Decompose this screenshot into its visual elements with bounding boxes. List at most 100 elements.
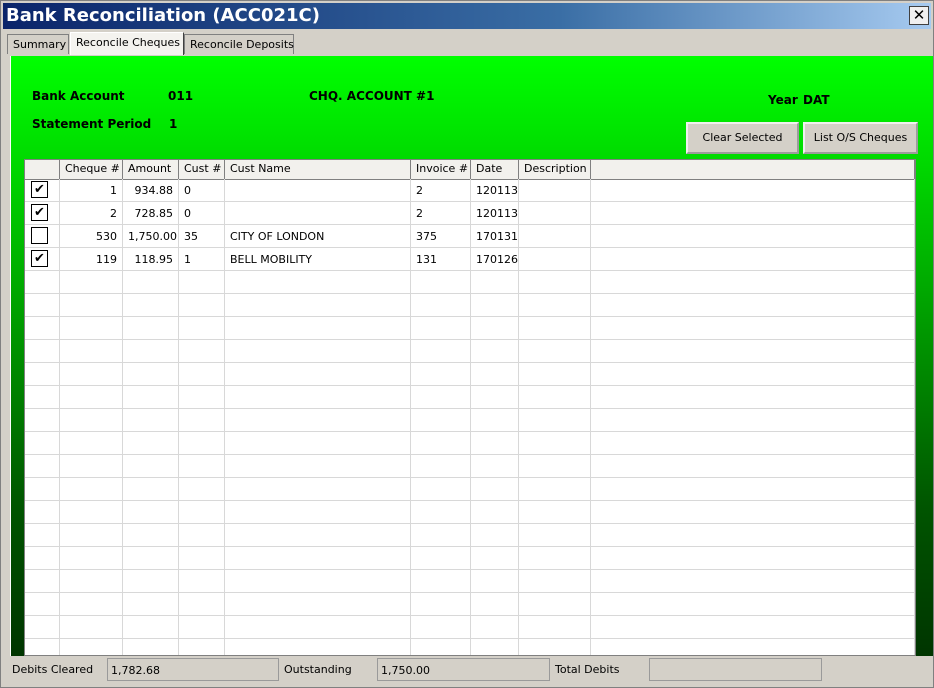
invoice-cell[interactable]: 2 (411, 202, 471, 224)
cust-number-cell (179, 478, 225, 500)
cheque-cell (60, 432, 123, 454)
year-value: DAT (803, 93, 830, 107)
title-bar: Bank Reconciliation (ACC021C) ✕ (3, 3, 931, 29)
cheque-cell[interactable]: 2 (60, 202, 123, 224)
empty-table-row (25, 616, 915, 639)
cust-name-cell[interactable]: BELL MOBILITY (225, 248, 411, 270)
amount-cell (123, 501, 179, 523)
invoice-cell[interactable]: 375 (411, 225, 471, 247)
empty-table-row (25, 432, 915, 455)
cust-number-cell (179, 455, 225, 477)
table-row[interactable]: 530 1,750.00 35 CITY OF LONDON 375 170131 (25, 225, 915, 248)
table-row[interactable]: ✔ 1 934.88 0 2 120113 (25, 179, 915, 202)
cust-name-cell (225, 317, 411, 339)
cust-number-cell[interactable]: 0 (179, 202, 225, 224)
select-cell (25, 593, 60, 615)
column-header-select[interactable] (25, 160, 60, 179)
tab-summary[interactable]: Summary (7, 34, 69, 54)
date-cell[interactable]: 120113 (471, 179, 519, 201)
clear-selected-button[interactable]: Clear Selected (686, 122, 799, 154)
invoice-cell (411, 409, 471, 431)
description-cell (519, 478, 591, 500)
filler-cell (591, 639, 915, 655)
list-os-cheques-button[interactable]: List O/S Cheques (803, 122, 918, 154)
date-cell (471, 363, 519, 385)
column-header-cheque[interactable]: Cheque # (60, 160, 123, 179)
amount-cell (123, 455, 179, 477)
description-cell[interactable] (519, 202, 591, 224)
invoice-cell (411, 639, 471, 655)
description-cell[interactable] (519, 179, 591, 201)
grid-header: Cheque # Amount Cust # Cust Name Invoice… (25, 160, 915, 180)
filler-cell (591, 501, 915, 523)
filler-cell (591, 455, 915, 477)
empty-table-row (25, 547, 915, 570)
cheque-cell[interactable]: 530 (60, 225, 123, 247)
total-debits-field (649, 658, 822, 681)
date-cell[interactable]: 170131 (471, 225, 519, 247)
cheque-cell[interactable]: 119 (60, 248, 123, 270)
cust-number-cell[interactable]: 1 (179, 248, 225, 270)
amount-cell (123, 478, 179, 500)
window-title: Bank Reconciliation (ACC021C) (6, 5, 320, 26)
amount-cell (123, 547, 179, 569)
cust-number-cell[interactable]: 35 (179, 225, 225, 247)
filler-cell (591, 248, 915, 270)
tab-reconcile-cheques[interactable]: Reconcile Cheques (70, 32, 184, 55)
select-cell (25, 639, 60, 655)
invoice-cell[interactable]: 131 (411, 248, 471, 270)
outstanding-label: Outstanding (284, 663, 352, 676)
description-cell[interactable] (519, 248, 591, 270)
cheques-grid: Cheque # Amount Cust # Cust Name Invoice… (24, 159, 916, 656)
column-header-amount[interactable]: Amount (123, 160, 179, 179)
cust-name-cell[interactable] (225, 179, 411, 201)
cust-number-cell (179, 547, 225, 569)
cust-name-cell[interactable]: CITY OF LONDON (225, 225, 411, 247)
date-cell[interactable]: 170126 (471, 248, 519, 270)
invoice-cell[interactable]: 2 (411, 179, 471, 201)
filler-cell (591, 409, 915, 431)
cust-number-cell (179, 570, 225, 592)
amount-cell[interactable]: 1,750.00 (123, 225, 179, 247)
row-checkbox[interactable]: ✔ (31, 204, 48, 221)
total-debits-label: Total Debits (555, 663, 620, 676)
cust-name-cell (225, 547, 411, 569)
close-button[interactable]: ✕ (909, 6, 929, 25)
cust-name-cell (225, 271, 411, 293)
filler-cell (591, 547, 915, 569)
amount-cell[interactable]: 118.95 (123, 248, 179, 270)
cheque-cell (60, 271, 123, 293)
cust-number-cell (179, 524, 225, 546)
tab-reconcile-deposits[interactable]: Reconcile Deposits (184, 34, 294, 54)
select-cell (25, 524, 60, 546)
select-cell (25, 225, 60, 247)
cust-number-cell (179, 616, 225, 638)
column-header-invoice[interactable]: Invoice # (411, 160, 471, 179)
description-cell (519, 271, 591, 293)
date-cell (471, 570, 519, 592)
select-cell (25, 547, 60, 569)
amount-cell (123, 340, 179, 362)
filler-cell (591, 386, 915, 408)
amount-cell[interactable]: 728.85 (123, 202, 179, 224)
amount-cell (123, 317, 179, 339)
amount-cell[interactable]: 934.88 (123, 179, 179, 201)
description-cell[interactable] (519, 225, 591, 247)
debits-cleared-label: Debits Cleared (12, 663, 94, 676)
cust-name-cell[interactable] (225, 202, 411, 224)
cheque-cell[interactable]: 1 (60, 179, 123, 201)
row-checkbox[interactable] (31, 227, 48, 244)
table-row[interactable]: ✔ 119 118.95 1 BELL MOBILITY 131 170126 (25, 248, 915, 271)
row-checkbox[interactable]: ✔ (31, 181, 48, 198)
date-cell (471, 478, 519, 500)
column-header-cust-name[interactable]: Cust Name (225, 160, 411, 179)
date-cell[interactable]: 120113 (471, 202, 519, 224)
column-header-description[interactable]: Description (519, 160, 591, 179)
column-header-cust-number[interactable]: Cust # (179, 160, 225, 179)
empty-table-row (25, 570, 915, 593)
column-header-date[interactable]: Date (471, 160, 519, 179)
row-checkbox[interactable]: ✔ (31, 250, 48, 267)
table-row[interactable]: ✔ 2 728.85 0 2 120113 (25, 202, 915, 225)
cust-number-cell[interactable]: 0 (179, 179, 225, 201)
invoice-cell (411, 455, 471, 477)
